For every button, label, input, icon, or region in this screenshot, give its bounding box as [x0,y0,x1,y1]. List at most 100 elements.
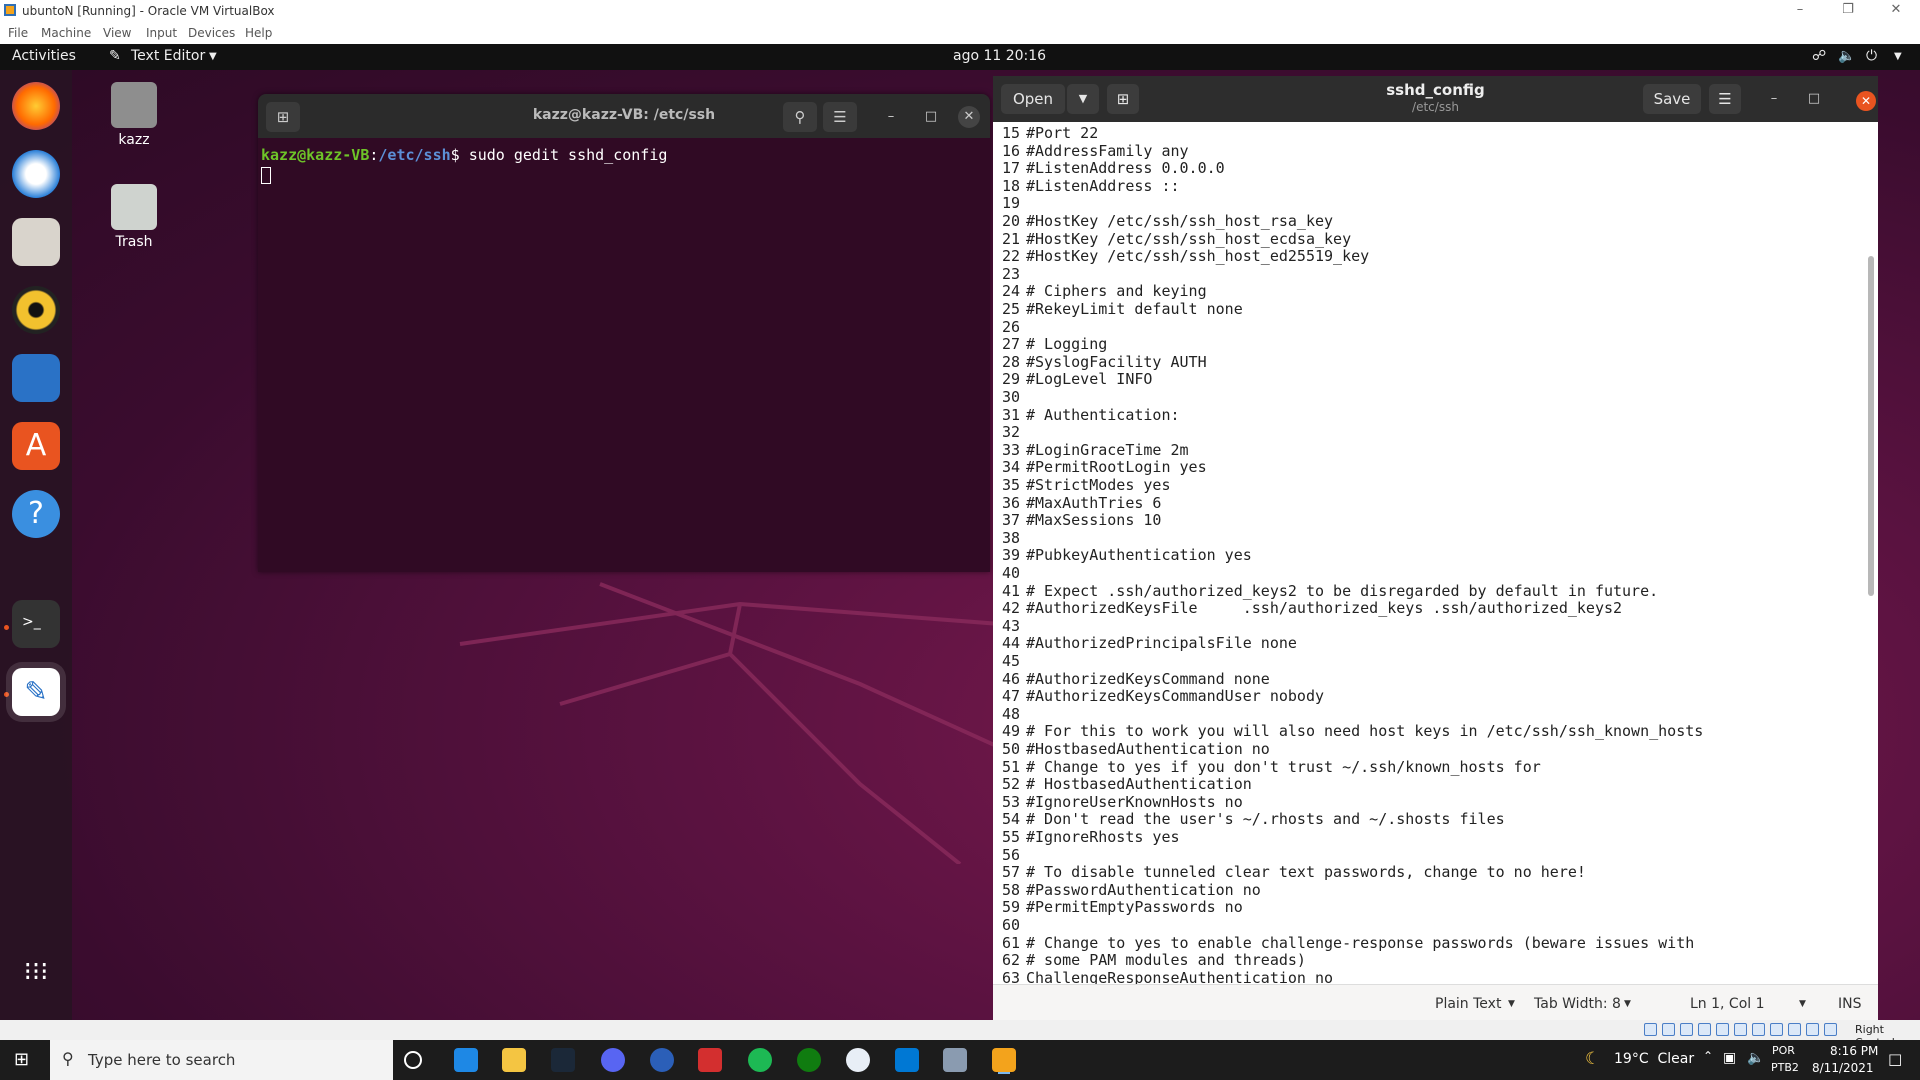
line-text: #LogLevel INFO [1026,370,1153,389]
app-menu-button[interactable]: Text Editor [131,48,205,64]
maximize-button[interactable]: □ [920,106,942,128]
virtualbox-vm-icon[interactable] [992,1048,1016,1072]
vscode-icon[interactable] [895,1048,919,1072]
network-icon[interactable]: ☍ [1812,48,1826,64]
editor-line: 18 #ListenAddress :: [993,177,1180,195]
volume-icon[interactable]: 🔈 [1747,1050,1764,1066]
menu-view[interactable]: View [103,26,131,40]
menu-devices[interactable]: Devices [188,26,235,40]
tray-time[interactable]: 8:16 PM [1830,1044,1878,1058]
shared-folders-icon[interactable] [1734,1023,1747,1036]
thunderbird-icon[interactable] [12,150,60,198]
usb-icon[interactable] [1716,1023,1729,1036]
editor-line: 28 #SyslogFacility AUTH [993,353,1207,371]
desktop-trash[interactable]: Trash [94,184,174,250]
editor-line: 16 #AddressFamily any [993,142,1189,160]
editor-scrollbar[interactable] [1868,126,1874,976]
menu-input[interactable]: Input [146,26,177,40]
recording-icon[interactable] [1770,1023,1783,1036]
discord-icon[interactable] [601,1048,625,1072]
taskbar-search[interactable]: ⚲ Type here to search [50,1040,393,1080]
editor-line: 26 [993,318,1026,336]
cursor-position[interactable]: Ln 1, Col 1 [1690,996,1765,1012]
libreoffice-writer-icon[interactable] [12,354,60,402]
file-explorer-icon[interactable] [502,1048,526,1072]
firefox-icon[interactable] [12,82,60,130]
editor-text-area[interactable]: 15 #Port 22 16 #AddressFamily any 17 #ListenA… [993,122,1878,984]
terminal-window[interactable]: ⊞ kazz@kazz-VB: /etc/ssh ⚲ ☰ – □ ✕ kazz@… [258,94,990,572]
desktop-home-folder[interactable]: kazz [94,82,174,148]
windows-start-icon[interactable]: ⊞ [14,1049,29,1070]
clock[interactable]: ago 11 20:16 [953,48,1046,64]
files-icon[interactable] [12,218,60,266]
xbox-icon[interactable] [797,1048,821,1072]
menu-file[interactable]: File [8,26,28,40]
insert-mode: INS [1838,996,1862,1012]
rhythmbox-icon[interactable] [12,286,60,334]
line-number: 51 [1001,757,1020,776]
power-icon[interactable]: ⏻ [1866,48,1877,64]
line-number: 45 [1001,652,1020,670]
input-language[interactable]: POR [1772,1044,1795,1057]
tab-width-selector[interactable]: Tab Width: 8 [1534,996,1621,1012]
minimize-button[interactable]: – [1780,2,1820,20]
mouse-integration-icon[interactable] [1806,1023,1819,1036]
close-button[interactable]: ✕ [1856,91,1876,111]
hamburger-menu-button[interactable]: ☰ [1709,84,1741,114]
close-button[interactable]: ✕ [1876,2,1916,20]
show-applications-icon[interactable]: ⁝⁝⁝ [12,948,60,996]
line-number: 21 [1001,229,1020,248]
show-hidden-icons-icon[interactable]: ⌃ [1703,1049,1713,1063]
line-number: 42 [1001,599,1020,618]
menu-machine[interactable]: Machine [41,26,91,40]
close-button[interactable]: ✕ [958,106,980,128]
cpu-icon[interactable] [1788,1023,1801,1036]
amd-icon[interactable] [698,1048,722,1072]
language-selector[interactable]: Plain Text [1435,996,1501,1012]
weather-text[interactable]: 19°C Clear [1614,1051,1694,1067]
editor-line: 60 [993,916,1026,934]
system-menu-chevron-icon[interactable]: ▼ [1894,51,1902,62]
editor-line: 58 #PasswordAuthentication no [993,881,1261,899]
wps-icon[interactable] [454,1048,478,1072]
minimize-button[interactable]: – [880,106,902,128]
editor-line: 19 [993,194,1026,212]
hard-disk-icon[interactable] [1644,1023,1657,1036]
scrollbar-thumb[interactable] [1868,256,1874,596]
display-icon[interactable] [1752,1023,1765,1036]
tray-date[interactable]: 8/11/2021 [1812,1061,1874,1075]
software-center-icon[interactable]: A [12,422,60,470]
audio-icon[interactable] [1680,1023,1693,1036]
network-adapter-icon[interactable] [1698,1023,1711,1036]
line-number: 28 [1001,352,1020,371]
text-editor-icon[interactable]: ✎ [12,668,60,716]
keyboard-layout[interactable]: PTB2 [1771,1061,1799,1074]
spotify-icon[interactable] [748,1048,772,1072]
terminal-icon[interactable]: >_ [12,600,60,648]
save-button[interactable]: Save [1643,84,1701,114]
cortana-icon[interactable] [404,1051,422,1069]
menu-help[interactable]: Help [245,26,272,40]
restore-button[interactable]: ❐ [1828,2,1868,20]
app-icon[interactable] [846,1048,870,1072]
line-text: #AuthorizedKeysCommandUser nobody [1026,687,1325,706]
hamburger-menu-button[interactable]: ☰ [823,102,857,132]
line-text: #HostKey /etc/ssh/ssh_host_rsa_key [1026,212,1334,230]
line-number: 43 [1001,616,1020,635]
browser-icon[interactable] [650,1048,674,1072]
optical-drive-icon[interactable] [1662,1023,1675,1036]
network-icon[interactable]: ▣ [1723,1050,1736,1066]
notifications-icon[interactable]: □ [1888,1050,1902,1068]
keyboard-capture-icon[interactable] [1824,1023,1837,1036]
search-button[interactable]: ⚲ [783,102,817,132]
steam-icon[interactable] [551,1048,575,1072]
line-number: 22 [1001,247,1020,266]
help-icon[interactable]: ? [12,490,60,538]
volume-icon[interactable]: 🔈 [1838,48,1855,64]
terminal-output[interactable]: kazz@kazz-VB:/etc/ssh$ sudo gedit sshd_c… [261,146,667,184]
activities-button[interactable]: Activities [12,48,76,64]
gedit-window[interactable]: Open ▼ ⊞ sshd_config /etc/ssh Save ☰ – □… [993,76,1878,1020]
virtualbox-manager-icon[interactable] [943,1048,967,1072]
minimize-button[interactable]: – [1763,88,1785,110]
maximize-button[interactable]: □ [1803,88,1825,110]
